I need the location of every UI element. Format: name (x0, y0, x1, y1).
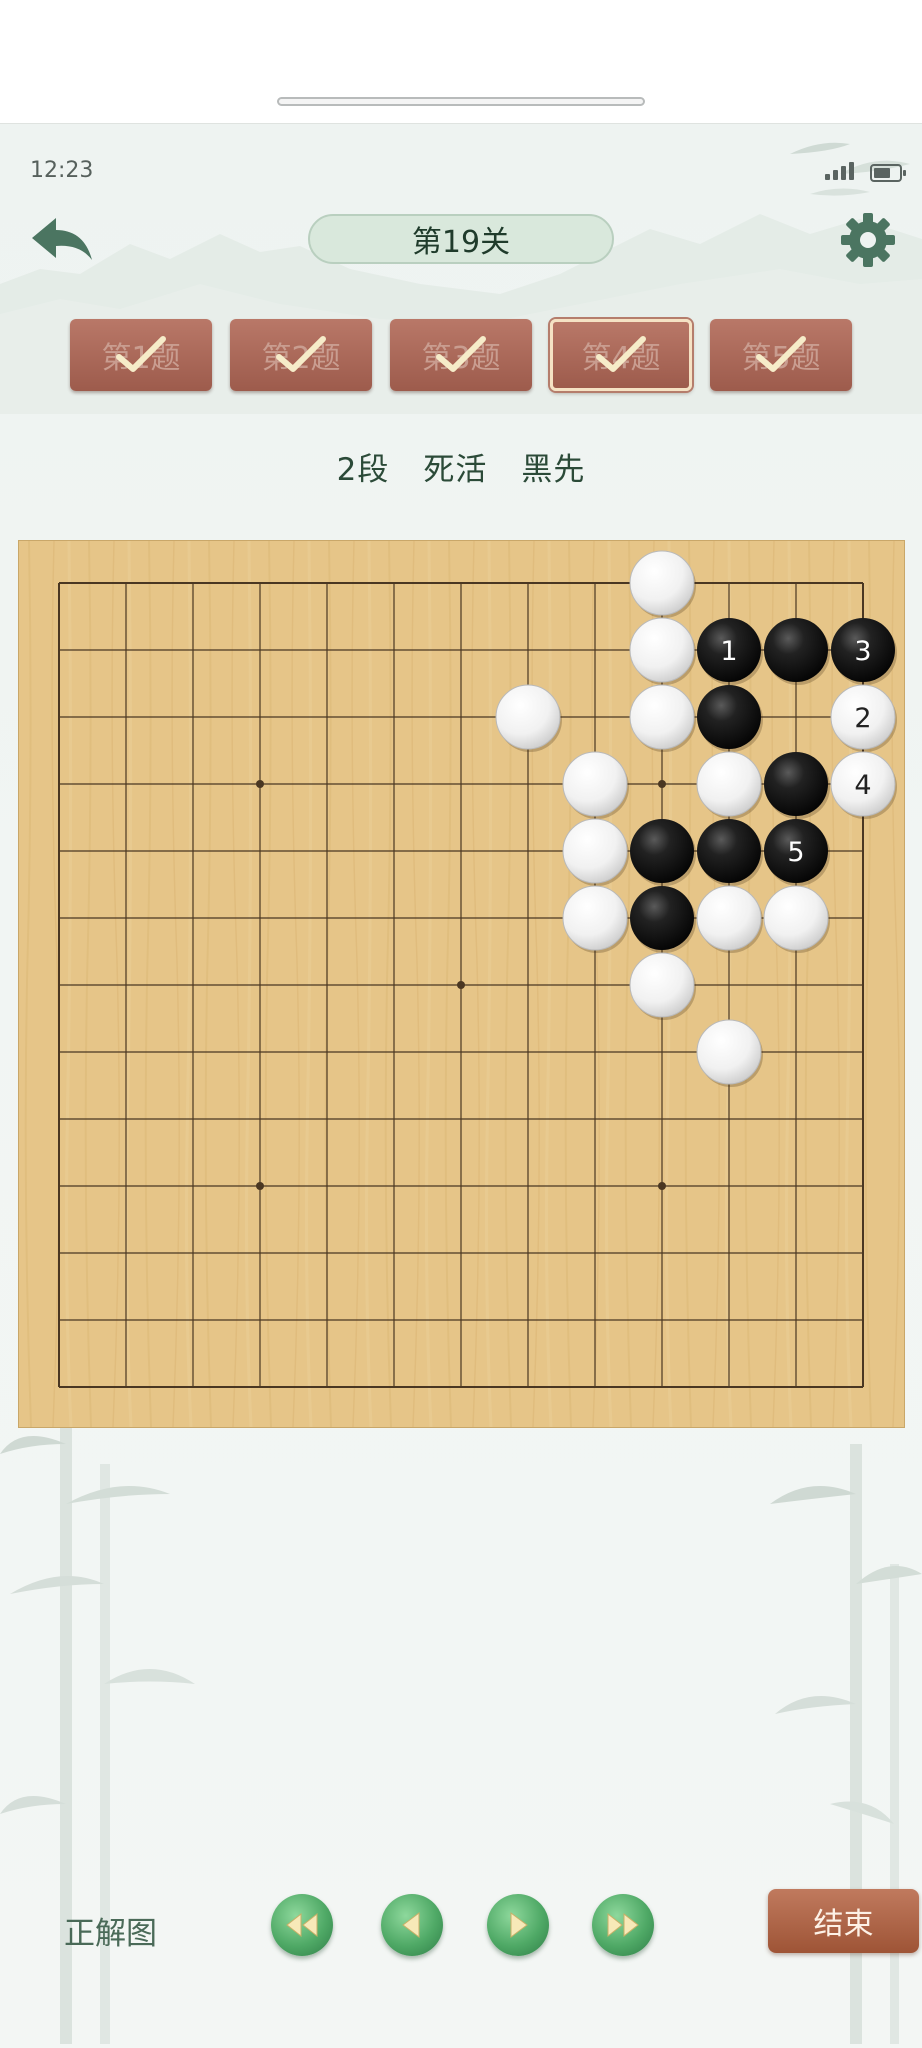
star-point (658, 780, 666, 788)
right-icon (510, 1912, 528, 1938)
back-button[interactable] (28, 214, 96, 270)
check-icon (276, 336, 326, 372)
check-icon (116, 336, 166, 372)
app-screen: 12:23 第19关 第1题 第2题 第3题 第4题 第5题 2段 死活 黑先 … (0, 124, 922, 2048)
back-arrow-icon (32, 218, 92, 260)
end-button[interactable]: 结束 (768, 1889, 919, 1953)
signal-icon (825, 162, 854, 180)
star-point (256, 1182, 264, 1190)
question-tab-4[interactable]: 第4题 (550, 319, 692, 391)
check-icon (436, 336, 486, 372)
check-icon (596, 336, 646, 372)
question-tab-2[interactable]: 第2题 (230, 319, 372, 391)
move-number-label: 4 (854, 770, 871, 801)
battery-icon (870, 164, 906, 182)
double-left-icon (286, 1912, 318, 1938)
prev-move-button[interactable] (381, 1894, 443, 1956)
check-icon (756, 336, 806, 372)
move-number-label: 5 (787, 837, 804, 868)
move-number-label: 3 (854, 636, 871, 667)
question-tab-3[interactable]: 第3题 (390, 319, 532, 391)
problem-info: 2段 死活 黑先 (0, 444, 922, 489)
star-point (658, 1182, 666, 1190)
star-point (457, 981, 465, 989)
next-move-button[interactable] (487, 1894, 549, 1956)
move-number-label: 1 (720, 636, 737, 667)
gear-icon (841, 213, 895, 267)
go-board-canvas[interactable]: 1 3 2 4 5 (19, 541, 904, 1427)
move-number-label: 2 (854, 703, 871, 734)
double-right-icon (607, 1912, 639, 1938)
problem-category: 死活 (423, 452, 488, 488)
level-title: 第19关 (308, 214, 614, 264)
bottom-bar: 正解图 结束 (0, 1884, 922, 1984)
system-sheet-top (0, 0, 922, 124)
question-tabs: 第1题 第2题 第3题 第4题 第5题 (70, 319, 852, 393)
problem-rank: 2段 (336, 452, 390, 488)
last-move-button[interactable] (592, 1894, 654, 1956)
left-icon (402, 1912, 420, 1938)
status-time: 12:23 (30, 158, 94, 183)
go-board[interactable]: 1 3 2 4 5 (19, 541, 904, 1427)
answer-diagram-label[interactable]: 正解图 (64, 1908, 157, 1953)
question-tab-1[interactable]: 第1题 (70, 319, 212, 391)
first-move-button[interactable] (271, 1894, 333, 1956)
problem-turn: 黑先 (521, 452, 586, 488)
star-point (256, 780, 264, 788)
question-tab-5[interactable]: 第5题 (710, 319, 852, 391)
settings-button[interactable] (838, 210, 898, 270)
sheet-drag-handle[interactable] (277, 97, 645, 106)
